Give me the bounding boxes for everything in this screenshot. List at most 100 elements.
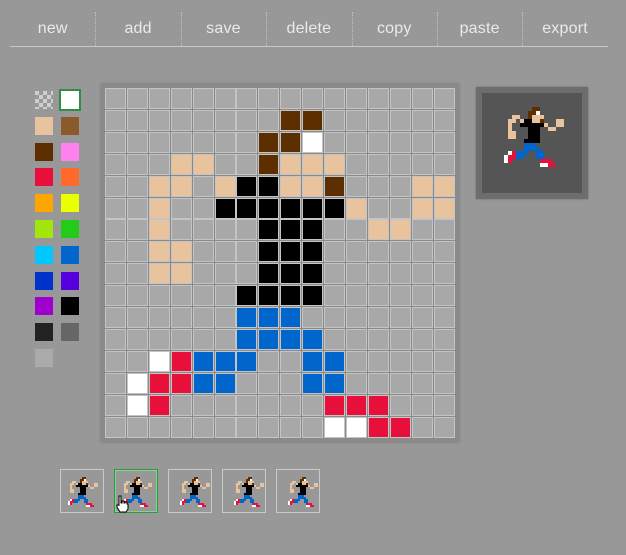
pixel-cell[interactable] xyxy=(192,307,214,328)
pixel-cell[interactable] xyxy=(192,285,214,307)
pixel-cell[interactable] xyxy=(324,285,345,307)
pixel-cell[interactable] xyxy=(280,109,302,131)
pixel-cell[interactable] xyxy=(236,285,258,307)
pixel-cell[interactable] xyxy=(258,350,280,372)
pixel-cell[interactable] xyxy=(302,153,324,175)
pixel-cell[interactable] xyxy=(324,219,345,241)
pixel-cell[interactable] xyxy=(105,153,126,175)
pixel-cell[interactable] xyxy=(345,285,367,307)
pixel-cell[interactable] xyxy=(258,153,280,175)
pixel-cell[interactable] xyxy=(433,219,455,241)
pixel-cell[interactable] xyxy=(105,328,126,350)
pixel-cell[interactable] xyxy=(367,416,389,438)
pixel-cell[interactable] xyxy=(411,175,433,197)
pixel-cell[interactable] xyxy=(105,307,126,328)
pixel-cell[interactable] xyxy=(105,197,126,219)
pixel-cell[interactable] xyxy=(192,350,214,372)
pixel-cell[interactable] xyxy=(170,285,192,307)
color-swatch[interactable] xyxy=(61,142,79,161)
pixel-cell[interactable] xyxy=(236,175,258,197)
pixel-cell[interactable] xyxy=(148,131,170,153)
pixel-cell[interactable] xyxy=(280,350,302,372)
pixel-cell[interactable] xyxy=(236,241,258,263)
pixel-cell[interactable] xyxy=(367,285,389,307)
color-swatch[interactable] xyxy=(35,168,53,187)
pixel-cell[interactable] xyxy=(411,394,433,416)
pixel-cell[interactable] xyxy=(192,109,214,131)
pixel-cell[interactable] xyxy=(214,372,236,394)
pixel-cell[interactable] xyxy=(389,416,411,438)
pixel-cell[interactable] xyxy=(105,241,126,263)
pixel-cell[interactable] xyxy=(192,219,214,241)
pixel-cell[interactable] xyxy=(192,197,214,219)
pixel-cell[interactable] xyxy=(192,394,214,416)
pixel-cell[interactable] xyxy=(433,197,455,219)
pixel-cell[interactable] xyxy=(214,131,236,153)
pixel-cell[interactable] xyxy=(214,109,236,131)
pixel-cell[interactable] xyxy=(433,88,455,109)
pixel-cell[interactable] xyxy=(433,350,455,372)
pixel-cell[interactable] xyxy=(433,285,455,307)
pixel-cell[interactable] xyxy=(170,307,192,328)
pixel-cell[interactable] xyxy=(214,307,236,328)
pixel-cell[interactable] xyxy=(214,88,236,109)
pixel-cell[interactable] xyxy=(148,175,170,197)
pixel-cell[interactable] xyxy=(170,175,192,197)
pixel-cell[interactable] xyxy=(324,328,345,350)
pixel-cell[interactable] xyxy=(433,241,455,263)
pixel-cell[interactable] xyxy=(411,416,433,438)
pixel-cell[interactable] xyxy=(389,153,411,175)
pixel-cell[interactable] xyxy=(324,131,345,153)
pixel-cell[interactable] xyxy=(280,197,302,219)
pixel-cell[interactable] xyxy=(258,328,280,350)
pixel-cell[interactable] xyxy=(258,131,280,153)
pixel-cell[interactable] xyxy=(214,219,236,241)
pixel-cell[interactable] xyxy=(258,285,280,307)
pixel-cell[interactable] xyxy=(126,372,148,394)
pixel-cell[interactable] xyxy=(236,263,258,285)
pixel-cell[interactable] xyxy=(367,241,389,263)
pixel-cell[interactable] xyxy=(345,307,367,328)
pixel-cell[interactable] xyxy=(258,416,280,438)
pixel-cell[interactable] xyxy=(170,328,192,350)
pixel-cell[interactable] xyxy=(324,197,345,219)
pixel-cell[interactable] xyxy=(367,109,389,131)
pixel-cell[interactable] xyxy=(170,241,192,263)
pixel-cell[interactable] xyxy=(302,197,324,219)
pixel-cell[interactable] xyxy=(214,153,236,175)
pixel-cell[interactable] xyxy=(324,416,345,438)
pixel-cell[interactable] xyxy=(148,372,170,394)
pixel-cell[interactable] xyxy=(214,350,236,372)
pixel-cell[interactable] xyxy=(258,109,280,131)
pixel-cell[interactable] xyxy=(105,263,126,285)
pixel-cell[interactable] xyxy=(105,131,126,153)
pixel-cell[interactable] xyxy=(389,175,411,197)
pixel-cell[interactable] xyxy=(324,88,345,109)
pixel-cell[interactable] xyxy=(214,285,236,307)
pixel-cell[interactable] xyxy=(389,197,411,219)
pixel-cell[interactable] xyxy=(302,307,324,328)
pixel-cell[interactable] xyxy=(170,219,192,241)
pixel-cell[interactable] xyxy=(367,350,389,372)
pixel-cell[interactable] xyxy=(345,88,367,109)
pixel-cell[interactable] xyxy=(126,328,148,350)
pixel-cell[interactable] xyxy=(214,241,236,263)
pixel-cell[interactable] xyxy=(433,263,455,285)
pixel-cell[interactable] xyxy=(236,372,258,394)
pixel-cell[interactable] xyxy=(148,350,170,372)
pixel-cell[interactable] xyxy=(105,350,126,372)
pixel-cell[interactable] xyxy=(345,131,367,153)
pixel-cell[interactable] xyxy=(170,131,192,153)
pixel-cell[interactable] xyxy=(345,372,367,394)
pixel-cell[interactable] xyxy=(126,197,148,219)
pixel-cell[interactable] xyxy=(302,219,324,241)
pixel-cell[interactable] xyxy=(367,372,389,394)
pixel-cell[interactable] xyxy=(433,307,455,328)
pixel-cell[interactable] xyxy=(105,175,126,197)
pixel-cell[interactable] xyxy=(433,328,455,350)
pixel-cell[interactable] xyxy=(280,219,302,241)
pixel-cell[interactable] xyxy=(367,394,389,416)
pixel-cell[interactable] xyxy=(367,175,389,197)
pixel-cell[interactable] xyxy=(433,394,455,416)
pixel-cell[interactable] xyxy=(411,109,433,131)
